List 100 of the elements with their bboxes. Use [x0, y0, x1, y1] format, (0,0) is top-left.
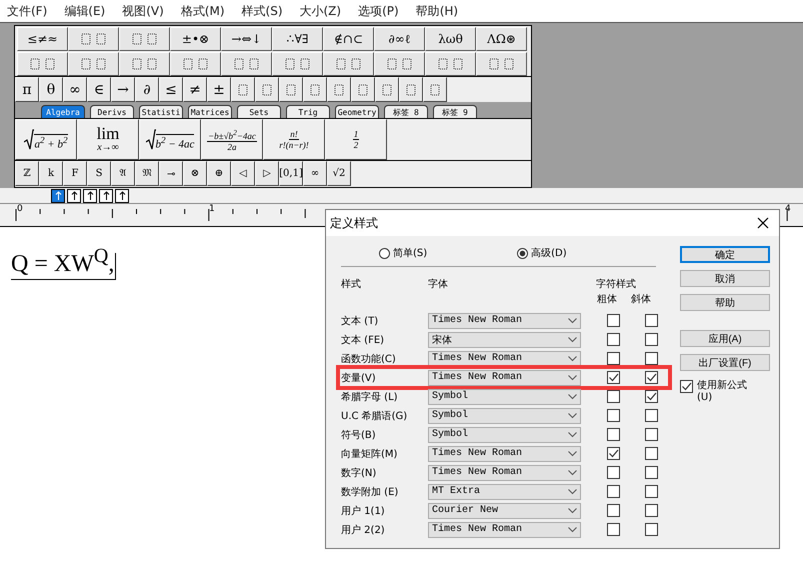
math-symbol-button[interactable]: →	[111, 77, 135, 102]
nudge-button[interactable]	[83, 188, 97, 202]
font-dropdown[interactable]: Times New Roman	[428, 522, 581, 538]
font-dropdown[interactable]: Courier New	[428, 502, 581, 518]
math-symbol-button[interactable]: √2	[327, 161, 351, 186]
font-dropdown[interactable]: Times New Roman	[428, 370, 581, 386]
math-symbol-button[interactable]: ℤ	[15, 161, 39, 186]
font-dropdown[interactable]: Times New Roman	[428, 350, 581, 366]
palette-tab[interactable]: 标签 9	[433, 105, 477, 118]
template-button[interactable]: −b±√b$^{2}$−4ac 2a	[201, 119, 263, 160]
palette-tab[interactable]: Geometry	[335, 105, 379, 118]
palette-button[interactable]: ±•⊗	[170, 27, 221, 51]
palette-button[interactable]	[68, 52, 119, 76]
math-symbol-button[interactable]	[255, 77, 279, 102]
palette-button[interactable]: →⇔↓	[221, 27, 272, 51]
bold-checkbox[interactable]	[607, 314, 620, 327]
palette-button[interactable]	[17, 52, 68, 76]
math-symbol-button[interactable]: ±	[207, 77, 231, 102]
bold-checkbox[interactable]	[607, 409, 620, 422]
italic-checkbox[interactable]	[645, 466, 658, 479]
palette-button[interactable]: ∴∀∃	[272, 27, 323, 51]
font-dropdown[interactable]: Times New Roman	[428, 312, 581, 328]
font-dropdown[interactable]: MT Extra	[428, 484, 581, 500]
palette-button[interactable]	[323, 52, 374, 76]
dialog-button[interactable]: 确定	[680, 246, 770, 263]
nudge-button[interactable]	[51, 188, 65, 202]
italic-checkbox[interactable]	[645, 504, 658, 517]
menu-item[interactable]: 大小(Z)	[300, 2, 342, 20]
menu-item[interactable]: 格式(M)	[180, 2, 225, 20]
close-icon[interactable]	[757, 217, 769, 229]
bold-checkbox[interactable]	[607, 390, 620, 403]
palette-tab[interactable]: Algebra	[41, 105, 85, 118]
palette-tab[interactable]: Derivs	[90, 105, 134, 118]
font-dropdown[interactable]: Times New Roman	[428, 464, 581, 480]
math-symbol-button[interactable]	[327, 77, 351, 102]
palette-tab[interactable]: Trig	[286, 105, 330, 118]
dialog-button[interactable]: 取消	[680, 270, 770, 287]
menu-item[interactable]: 选项(P)	[358, 2, 399, 20]
radio-button[interactable]	[517, 248, 528, 258]
italic-checkbox[interactable]	[645, 428, 658, 441]
bold-checkbox[interactable]	[607, 333, 620, 346]
math-symbol-button[interactable]: [0,1]	[279, 161, 303, 186]
math-symbol-button[interactable]: ∈	[87, 77, 111, 102]
math-symbol-button[interactable]: 𝔄	[111, 161, 135, 186]
bold-checkbox[interactable]	[607, 466, 620, 479]
italic-checkbox[interactable]	[645, 523, 658, 536]
dialog-button[interactable]: 出厂设置(F)	[680, 354, 770, 371]
radio-button[interactable]	[379, 248, 390, 258]
font-dropdown[interactable]: Times New Roman	[428, 446, 581, 462]
math-symbol-button[interactable]: ▷	[255, 161, 279, 186]
palette-button[interactable]	[425, 52, 476, 76]
palette-button[interactable]	[68, 27, 119, 51]
math-symbol-button[interactable]: π	[15, 77, 39, 102]
math-symbol-button[interactable]: ⊗	[183, 161, 207, 186]
nudge-button[interactable]	[115, 188, 129, 202]
math-symbol-button[interactable]: ◁	[231, 161, 255, 186]
dialog-button[interactable]: 帮助	[680, 294, 770, 311]
menu-item[interactable]: 样式(S)	[242, 2, 282, 20]
palette-button[interactable]: ∉∩⊂	[323, 27, 374, 51]
math-symbol-button[interactable]	[423, 77, 447, 102]
math-symbol-button[interactable]: ⊸	[159, 161, 183, 186]
palette-button[interactable]: ∂∞ℓ	[374, 27, 425, 51]
palette-button[interactable]	[119, 52, 170, 76]
italic-checkbox[interactable]	[645, 333, 658, 346]
dialog-button[interactable]: 应用(A)	[680, 330, 770, 347]
math-symbol-button[interactable]	[303, 77, 327, 102]
italic-checkbox[interactable]	[645, 485, 658, 498]
palette-button[interactable]: ≤≠≈	[17, 27, 68, 51]
math-symbol-button[interactable]: ≠	[183, 77, 207, 102]
template-button[interactable]: b$^{2}$ − 4ac	[139, 119, 201, 160]
italic-checkbox[interactable]	[645, 447, 658, 460]
italic-checkbox[interactable]	[645, 371, 658, 384]
italic-checkbox[interactable]	[645, 314, 658, 327]
palette-button[interactable]	[170, 52, 221, 76]
palette-tab[interactable]: Sets	[237, 105, 281, 118]
math-symbol-button[interactable]: θ	[39, 77, 63, 102]
nudge-button[interactable]	[99, 188, 113, 202]
italic-checkbox[interactable]	[645, 352, 658, 365]
bold-checkbox[interactable]	[607, 504, 620, 517]
math-symbol-button[interactable]: ∞	[303, 161, 327, 186]
math-symbol-button[interactable]: ∂	[135, 77, 159, 102]
math-symbol-button[interactable]	[351, 77, 375, 102]
math-symbol-button[interactable]: 𝔐	[135, 161, 159, 186]
palette-button[interactable]: λωθ	[425, 27, 476, 51]
math-symbol-button[interactable]	[279, 77, 303, 102]
font-dropdown[interactable]: 宋体	[428, 332, 581, 348]
bold-checkbox[interactable]	[607, 523, 620, 536]
bold-checkbox[interactable]	[607, 371, 620, 384]
font-dropdown[interactable]: Symbol	[428, 388, 581, 404]
palette-button[interactable]	[272, 52, 323, 76]
menu-item[interactable]: 帮助(H)	[416, 2, 458, 20]
math-symbol-button[interactable]: ∞	[63, 77, 87, 102]
bold-checkbox[interactable]	[607, 428, 620, 441]
math-symbol-button[interactable]: S	[87, 161, 111, 186]
palette-button[interactable]	[476, 52, 527, 76]
font-dropdown[interactable]: Symbol	[428, 426, 581, 442]
math-symbol-button[interactable]: F	[63, 161, 87, 186]
palette-button[interactable]	[221, 52, 272, 76]
palette-button[interactable]: ΛΩ⊛	[476, 27, 527, 51]
math-symbol-button[interactable]: k	[39, 161, 63, 186]
